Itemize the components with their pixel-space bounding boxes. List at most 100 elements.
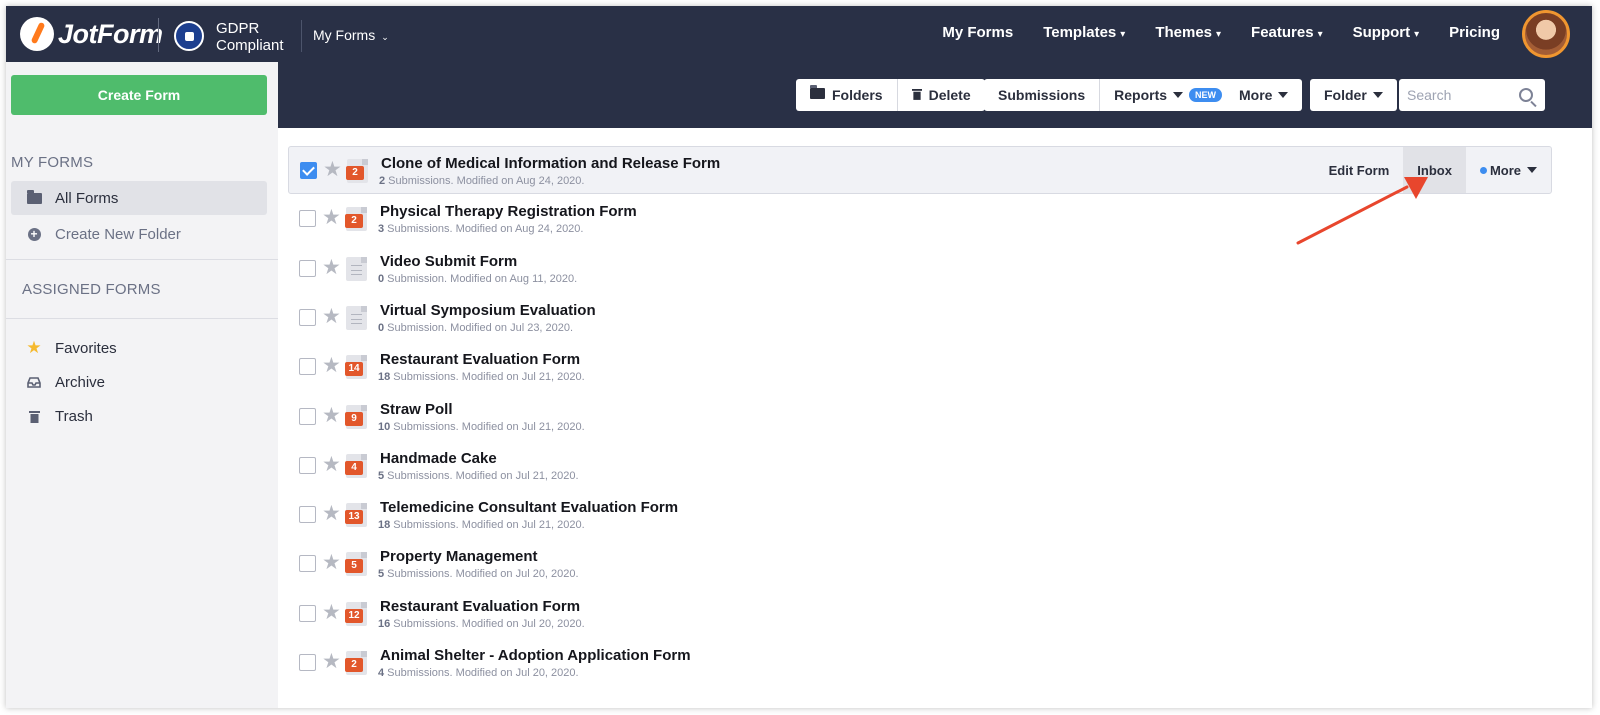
form-checkbox[interactable]	[299, 506, 316, 524]
form-title[interactable]: Straw Poll	[380, 401, 453, 418]
inbox-button[interactable]: Inbox	[1403, 147, 1466, 193]
nav-link-pricing[interactable]: Pricing	[1449, 24, 1500, 41]
nav-link-label: Templates	[1043, 24, 1117, 41]
create-form-button[interactable]: Create Form	[11, 75, 267, 115]
form-row[interactable]: ★ 9 Straw Poll 10 Submissions. Modified on …	[288, 393, 1552, 441]
sidebar-item-all-forms[interactable]: All Forms	[11, 181, 267, 215]
form-title[interactable]: Telemedicine Consultant Evaluation Form	[380, 499, 678, 516]
folder-dropdown-button[interactable]: Folder	[1310, 79, 1397, 111]
more-button[interactable]: More	[1225, 79, 1302, 111]
search-box	[1399, 79, 1545, 111]
modified-info: Submissions. Modified on Jul 20, 2020.	[384, 667, 579, 679]
form-row[interactable]: ★ 12 Restaurant Evaluation Form 16 Submissi…	[288, 590, 1552, 638]
row-actions: Edit Form Inbox More	[1315, 147, 1551, 193]
folders-button[interactable]: Folders	[796, 79, 898, 111]
nav-link-templates[interactable]: Templates ▾	[1043, 24, 1125, 41]
favorite-star-icon[interactable]: ★	[322, 650, 341, 674]
delete-label: Delete	[928, 87, 971, 103]
form-row[interactable]: ★ 5 Property Management 5 Submissions. Modi…	[288, 540, 1552, 588]
sidebar-item-trash[interactable]: Trash	[11, 399, 267, 433]
unread-count-badge: 14	[345, 362, 363, 377]
reports-label: Reports	[1114, 87, 1168, 103]
form-title[interactable]: Clone of Medical Information and Release…	[381, 155, 720, 172]
form-row[interactable]: ★ 2 Clone of Medical Information and Relea…	[288, 146, 1552, 194]
reports-button[interactable]: Reports NEW	[1100, 79, 1236, 111]
favorite-star-icon[interactable]: ★	[322, 404, 341, 428]
unread-count-badge: 13	[345, 510, 363, 525]
favorite-star-icon[interactable]: ★	[323, 158, 342, 182]
nav-link-features[interactable]: Features ▾	[1251, 24, 1323, 41]
form-checkbox[interactable]	[299, 308, 316, 326]
favorite-star-icon[interactable]: ★	[322, 206, 341, 230]
form-title[interactable]: Physical Therapy Registration Form	[380, 203, 637, 220]
folder-icon	[25, 189, 43, 205]
form-title[interactable]: Animal Shelter - Adoption Application Fo…	[380, 647, 691, 664]
favorite-star-icon[interactable]: ★	[322, 256, 341, 280]
caret-down-icon	[1527, 167, 1537, 173]
form-row[interactable]: ★ 2 Physical Therapy Registration Form 3 Su…	[288, 195, 1552, 243]
form-row[interactable]: ★ 14 Restaurant Evaluation Form 18 Submissi…	[288, 343, 1552, 391]
form-title[interactable]: Handmade Cake	[380, 450, 497, 467]
form-title[interactable]: Restaurant Evaluation Form	[380, 598, 580, 615]
nav-link-support[interactable]: Support ▾	[1353, 24, 1420, 41]
sidebar-item-label: Archive	[55, 373, 106, 391]
chevron-down-icon: ⌄	[381, 32, 389, 42]
forms-toolbar: Folders Delete Submissions Reports NEW M…	[278, 62, 1592, 128]
sidebar-item-archive[interactable]: Archive	[11, 365, 267, 399]
form-row[interactable]: ★ Video Submit Form 0 Submission. Modified…	[288, 245, 1552, 293]
form-checkbox[interactable]	[299, 210, 316, 228]
gdpr-lock-icon	[174, 21, 204, 51]
form-title[interactable]: Video Submit Form	[380, 253, 517, 270]
jotform-logo[interactable]: JotForm	[20, 16, 163, 52]
form-checkbox[interactable]	[300, 162, 317, 179]
unread-count-badge: 2	[345, 658, 363, 672]
edit-form-button[interactable]: Edit Form	[1315, 147, 1404, 193]
favorite-star-icon[interactable]: ★	[322, 502, 341, 526]
sidebar-item-label: Create New Folder	[55, 225, 181, 243]
form-row[interactable]: ★ Virtual Symposium Evaluation 0 Submissio…	[288, 294, 1552, 342]
user-avatar[interactable]	[1522, 10, 1570, 58]
form-checkbox[interactable]	[299, 407, 316, 425]
form-row[interactable]: ★ 4 Handmade Cake 5 Submissions. Modified o…	[288, 442, 1552, 490]
form-unread-icon: 5	[345, 552, 367, 577]
sidebar-item-create-folder[interactable]: + Create New Folder	[11, 217, 267, 251]
nav-link-label: Features	[1251, 24, 1314, 41]
form-checkbox[interactable]	[299, 259, 316, 277]
search-icon[interactable]	[1519, 88, 1533, 102]
form-checkbox[interactable]	[299, 358, 316, 376]
form-meta: 2 Submissions. Modified on Aug 24, 2020.	[379, 175, 584, 187]
favorite-star-icon[interactable]: ★	[322, 551, 341, 575]
search-input[interactable]	[1407, 87, 1515, 103]
form-row[interactable]: ★ 13 Telemedicine Consultant Evaluation Fo…	[288, 491, 1552, 539]
nav-link-my-forms[interactable]: My Forms	[942, 24, 1013, 41]
modified-info: Submissions. Modified on Jul 20, 2020.	[384, 568, 579, 581]
modified-info: Submissions. Modified on Jul 21, 2020.	[390, 420, 585, 433]
form-checkbox[interactable]	[299, 654, 316, 671]
favorite-star-icon[interactable]: ★	[322, 354, 341, 378]
form-meta: 18 Submissions. Modified on Jul 21, 2020…	[378, 519, 585, 531]
sidebar-item-favorites[interactable]: ★ Favorites	[11, 331, 267, 365]
favorite-star-icon[interactable]: ★	[322, 453, 341, 477]
submissions-button[interactable]: Submissions	[984, 79, 1101, 111]
delete-button[interactable]: Delete	[898, 79, 985, 111]
form-checkbox[interactable]	[299, 604, 316, 622]
my-forms-dropdown[interactable]: My Forms ⌄	[313, 27, 389, 43]
logo-divider	[158, 18, 159, 52]
form-checkbox[interactable]	[299, 456, 316, 474]
sidebar: Create Form MY FORMS All Forms + Create …	[6, 62, 278, 708]
form-title[interactable]: Property Management	[380, 548, 538, 565]
favorite-star-icon[interactable]: ★	[322, 601, 341, 625]
modified-info: Submissions. Modified on Jul 21, 2020.	[390, 371, 585, 384]
nav-divider	[301, 20, 302, 52]
form-unread-icon: 14	[345, 355, 367, 380]
modified-info: Submissions. Modified on Jul 21, 2020.	[390, 519, 585, 532]
form-title[interactable]: Virtual Symposium Evaluation	[380, 302, 596, 319]
nav-link-label: Pricing	[1449, 24, 1500, 41]
form-title[interactable]: Restaurant Evaluation Form	[380, 351, 580, 368]
favorite-star-icon[interactable]: ★	[322, 305, 341, 329]
nav-link-themes[interactable]: Themes ▾	[1155, 24, 1221, 41]
form-checkbox[interactable]	[299, 555, 316, 573]
submission-count: 16	[378, 617, 391, 630]
row-more-button[interactable]: More	[1466, 147, 1551, 193]
form-row[interactable]: ★ 2 Animal Shelter - Adoption Application …	[288, 639, 1552, 687]
